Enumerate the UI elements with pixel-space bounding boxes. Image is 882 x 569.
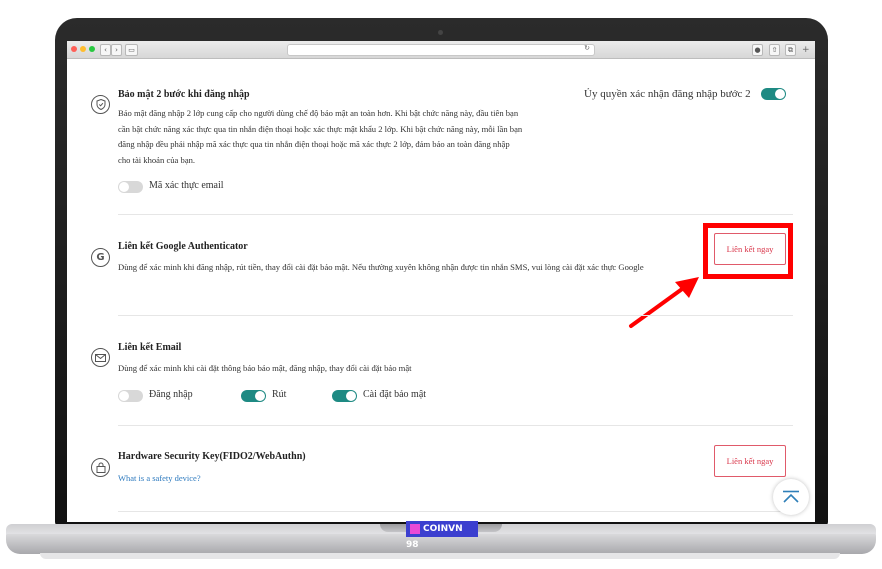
lock-icon: [91, 458, 110, 477]
email-login-label: Đăng nhập: [149, 389, 193, 400]
sidebar-icon[interactable]: ▭: [125, 44, 138, 56]
maximize-window-button[interactable]: [89, 46, 95, 52]
watermark: COINVN 98: [406, 521, 478, 550]
email-security-label: Cài đặt bảo mật: [363, 389, 427, 400]
divider: [118, 214, 793, 215]
authorize-2fa-label: Ủy quyền xác nhận đăng nhập bước 2: [584, 88, 751, 100]
twofa-title: Bảo mật 2 bước khi đăng nhập: [118, 89, 250, 100]
close-window-button[interactable]: [71, 46, 77, 52]
twofa-description: Bảo mật đăng nhập 2 lớp cung cấp cho ngư…: [118, 108, 523, 165]
hardware-key-link-button[interactable]: Liên kết ngay: [714, 445, 786, 477]
email-login-toggle[interactable]: [118, 390, 143, 402]
divider: [118, 315, 793, 316]
safety-device-link[interactable]: What is a safety device?: [118, 473, 201, 483]
forward-icon[interactable]: ›: [111, 44, 122, 56]
share-icon[interactable]: ⇧: [769, 44, 780, 56]
email-withdraw-label: Rút: [272, 389, 287, 400]
email-title: Liên kết Email: [118, 342, 182, 353]
screen: ‹ › ▭ ↻ ● ⇧ ⧉ + Bảo mật 2 bước khi đăng …: [67, 41, 815, 522]
laptop-feet: [40, 553, 840, 559]
divider: [118, 511, 793, 512]
google-auth-title: Liên kết Google Authenticator: [118, 241, 248, 252]
laptop-base: [6, 534, 876, 554]
email-code-toggle[interactable]: [118, 181, 143, 193]
download-icon[interactable]: ●: [752, 44, 763, 56]
email-security-toggle[interactable]: [332, 390, 357, 402]
browser-toolbar: ‹ › ▭ ↻ ● ⇧ ⧉ +: [67, 41, 815, 59]
tabs-icon[interactable]: ⧉: [785, 44, 796, 56]
email-code-label: Mã xác thực email: [149, 180, 224, 191]
email-withdraw-toggle[interactable]: [241, 390, 266, 402]
shield-icon: [91, 95, 110, 114]
red-arrow-icon: [629, 277, 699, 328]
reload-icon[interactable]: ↻: [584, 44, 590, 52]
address-bar[interactable]: ↻: [287, 44, 595, 56]
new-tab-icon[interactable]: +: [802, 45, 810, 55]
google-auth-link-button[interactable]: Liên kết ngay: [714, 233, 786, 265]
scroll-to-top-button[interactable]: [773, 479, 809, 515]
divider: [118, 425, 793, 426]
envelope-icon: [91, 348, 110, 367]
minimize-window-button[interactable]: [80, 46, 86, 52]
back-icon[interactable]: ‹: [100, 44, 111, 56]
email-description: Dùng để xác minh khi cài đặt thông báo b…: [118, 363, 412, 373]
google-icon: G: [91, 248, 110, 267]
authorize-2fa-toggle[interactable]: [761, 88, 786, 100]
camera: [438, 30, 443, 35]
arrow-up-icon: [783, 490, 799, 503]
google-auth-description: Dùng để xác minh khi đăng nhập, rút tiền…: [118, 262, 644, 272]
hardware-key-title: Hardware Security Key(FIDO2/WebAuthn): [118, 451, 306, 462]
watermark-logo: [410, 524, 420, 534]
